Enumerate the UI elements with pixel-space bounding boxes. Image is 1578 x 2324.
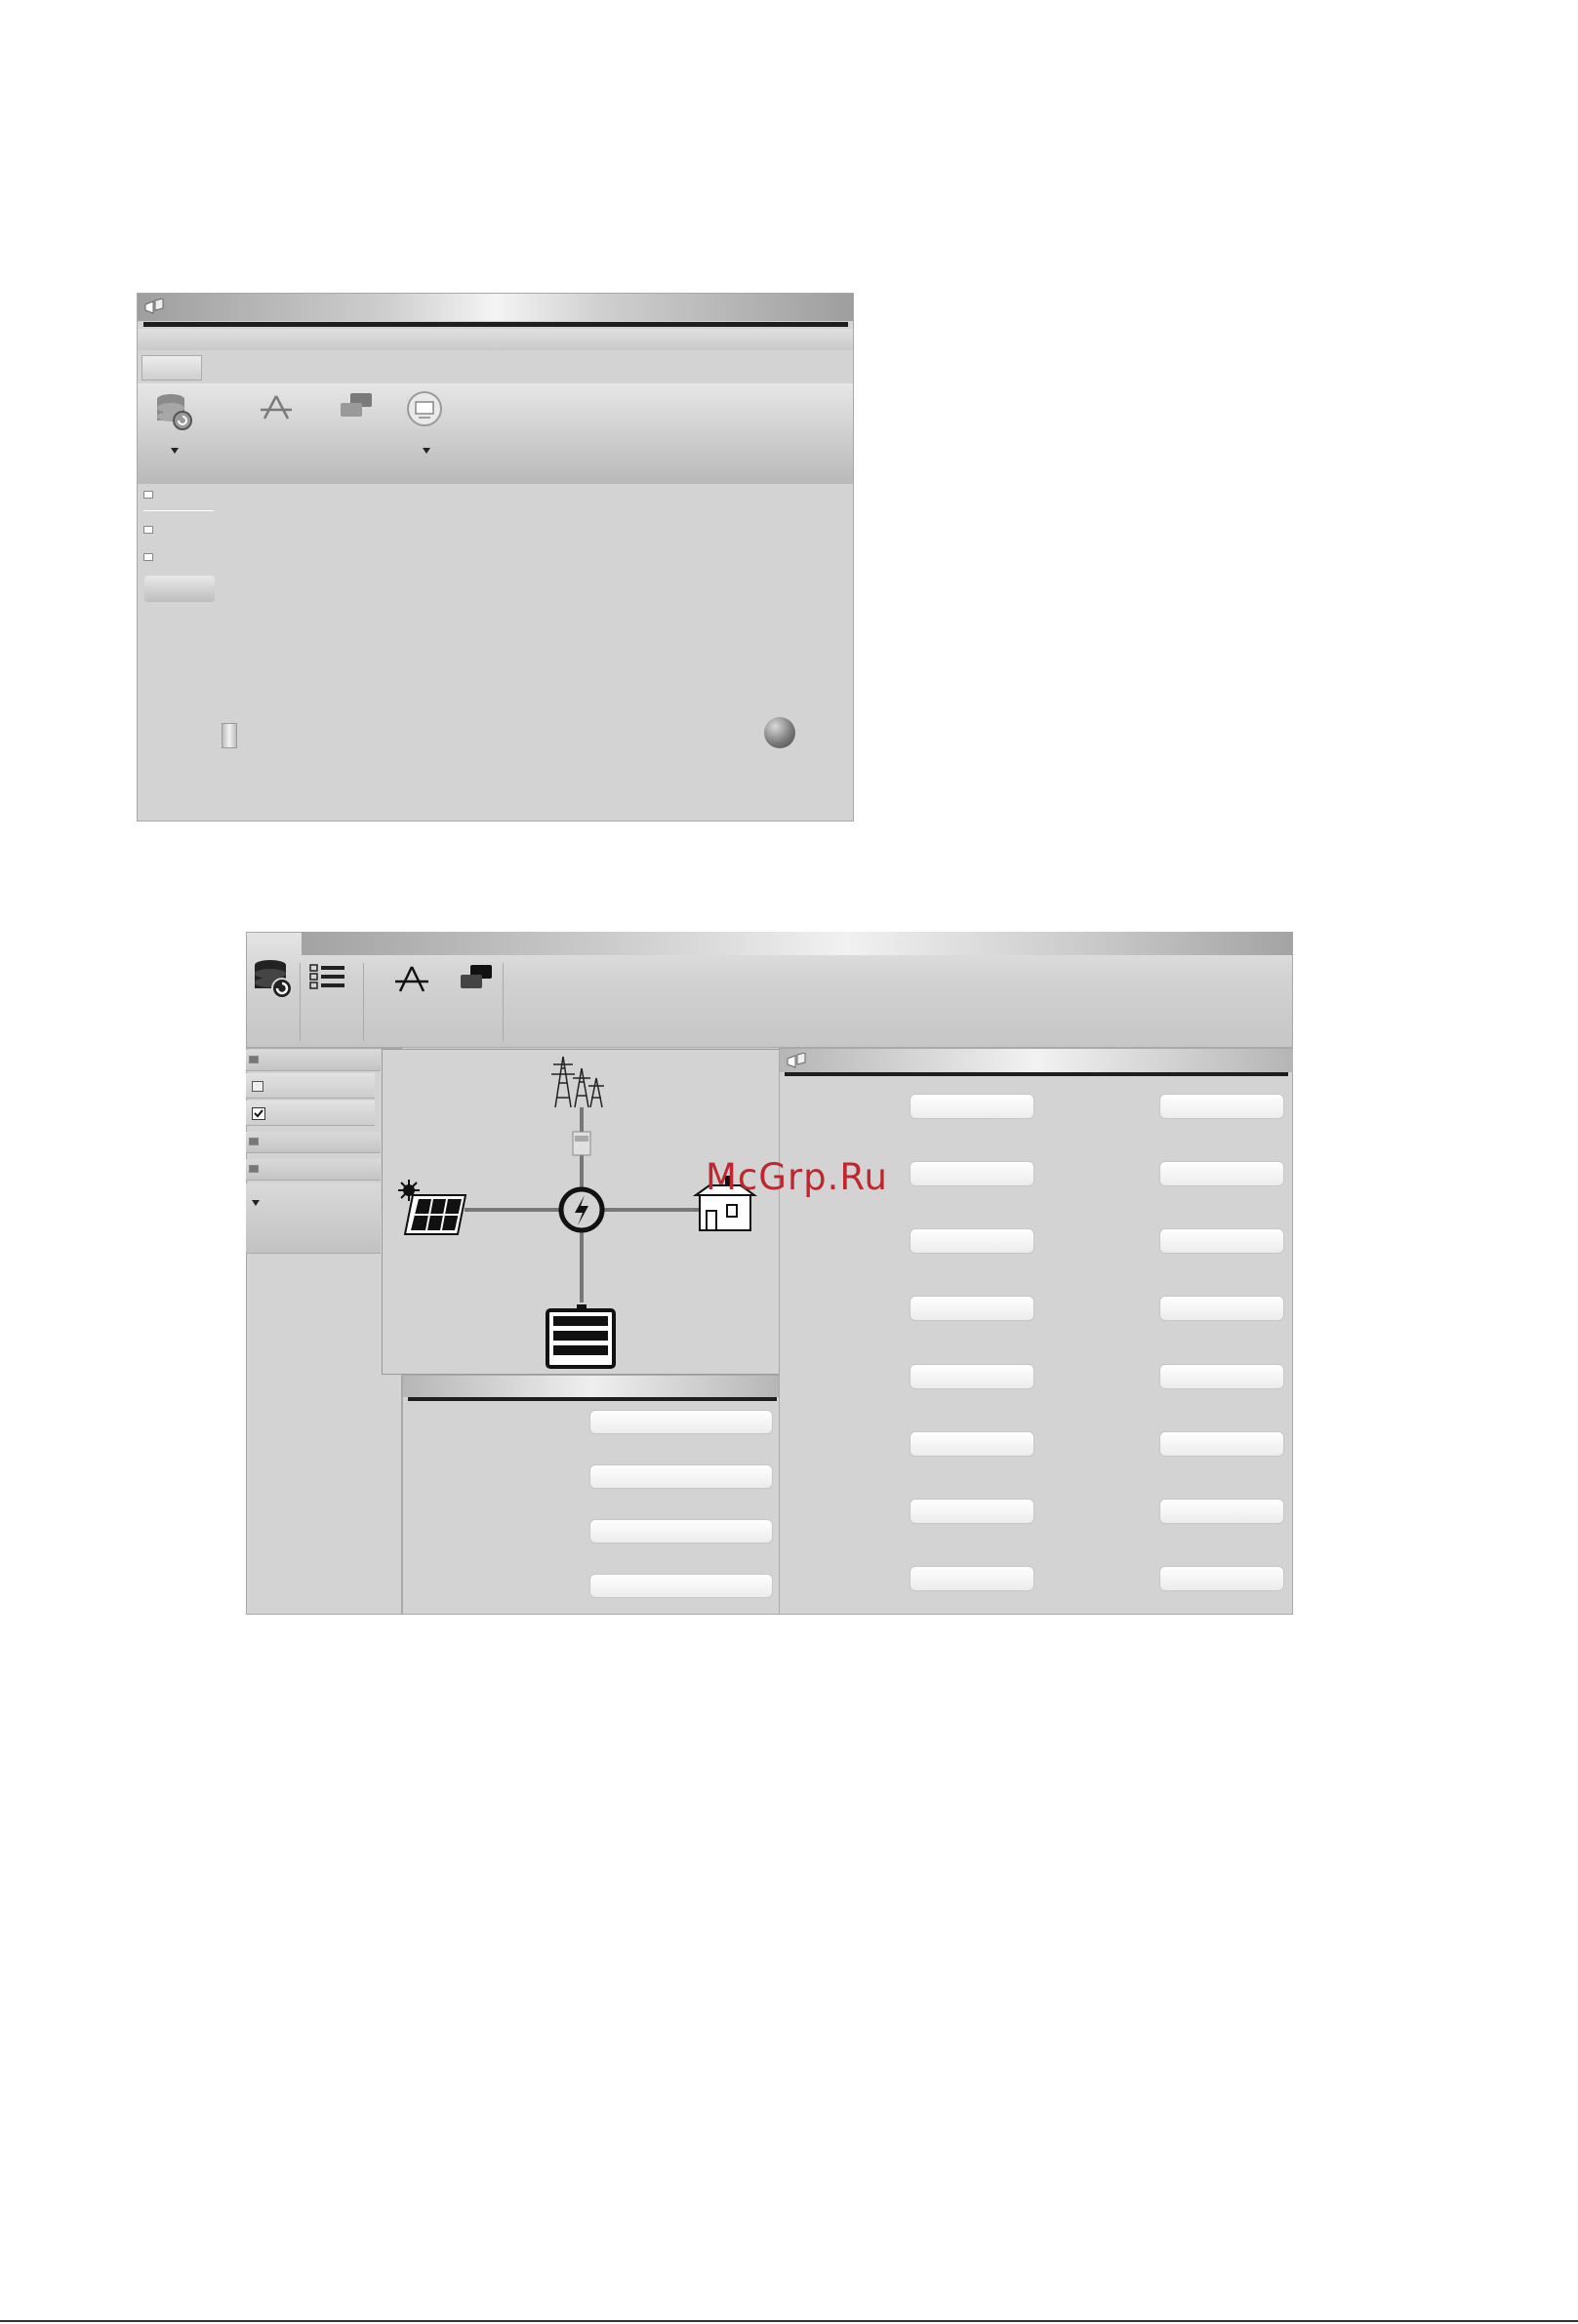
values-panel-underline (785, 1072, 1288, 1076)
chevron-down-icon[interactable] (171, 448, 179, 454)
ribbon (138, 383, 853, 484)
value-field-right[interactable] (1159, 1431, 1284, 1457)
sidebar-section-header[interactable] (246, 1132, 381, 1153)
value-field-left[interactable] (910, 1566, 1034, 1591)
value-field-left[interactable] (910, 1094, 1034, 1119)
sidebar-dropdown-panel[interactable] (246, 1183, 381, 1254)
value-field-left[interactable] (910, 1499, 1034, 1524)
meter-icon (572, 1131, 591, 1156)
compass-icon[interactable] (394, 965, 429, 994)
watermark-text: McGrp.Ru (706, 1156, 888, 1198)
ribbon-separator (363, 963, 364, 1041)
logo-icon (787, 1053, 806, 1068)
value-field-right[interactable] (1159, 1161, 1284, 1186)
inverter-icon (558, 1186, 605, 1233)
value-field-right[interactable] (1159, 1364, 1284, 1389)
value-field-left[interactable] (910, 1296, 1034, 1321)
monitor-circle-icon[interactable] (405, 389, 444, 428)
apply-button[interactable] (144, 576, 215, 602)
value-field-right[interactable] (1159, 1296, 1284, 1321)
database-restore-icon[interactable] (253, 957, 296, 1000)
value-field-left[interactable] (910, 1431, 1034, 1457)
option-checkbox[interactable] (143, 553, 153, 561)
checklist-icon[interactable] (309, 963, 348, 992)
value-field-left[interactable] (910, 1228, 1034, 1254)
ribbon-separator (300, 963, 301, 1041)
option-checkbox[interactable] (143, 491, 153, 499)
value-field-left[interactable] (910, 1161, 1034, 1186)
ribbon-header (302, 932, 1293, 955)
option-checkbox[interactable] (143, 526, 153, 534)
sidebar-item[interactable] (246, 1073, 375, 1099)
stacked-windows-icon[interactable] (457, 963, 496, 994)
details-field[interactable] (589, 1464, 773, 1489)
values-panel (779, 1048, 1293, 1615)
title-bar (138, 294, 853, 321)
values-panel-header (780, 1049, 1293, 1072)
grid-tower-icon (551, 1056, 604, 1108)
solar-panel-icon (398, 1180, 467, 1235)
sidebar-section-header[interactable] (246, 1159, 381, 1181)
value-field-right[interactable] (1159, 1228, 1284, 1254)
page-bottom-rule (0, 2320, 1578, 2322)
expand-icon[interactable] (249, 1056, 259, 1063)
stacked-windows-icon[interactable] (337, 391, 376, 422)
details-panel-header (403, 1376, 780, 1397)
database-restore-icon[interactable] (155, 391, 194, 432)
panel-icon (252, 1081, 263, 1092)
value-field-right[interactable] (1159, 1094, 1284, 1119)
window-2 (246, 932, 1293, 1615)
sidebar-item[interactable] (246, 1101, 375, 1126)
option-divider (143, 510, 214, 511)
checkbox-checked-icon[interactable] (252, 1107, 265, 1120)
value-field-right[interactable] (1159, 1499, 1284, 1524)
expand-icon[interactable] (249, 1138, 259, 1145)
value-field-left[interactable] (910, 1364, 1034, 1389)
tab-home[interactable] (142, 355, 202, 381)
title-underline (143, 322, 848, 327)
logo-icon (144, 299, 164, 314)
details-panel-underline (408, 1397, 777, 1401)
ribbon-separator (503, 963, 504, 1041)
expand-icon[interactable] (249, 1165, 259, 1173)
details-field[interactable] (589, 1410, 773, 1434)
chevron-down-icon[interactable] (252, 1200, 260, 1206)
sidebar-section-header[interactable] (246, 1050, 381, 1071)
compass-icon[interactable] (259, 393, 294, 422)
battery-icon (546, 1304, 616, 1369)
details-field[interactable] (589, 1574, 773, 1598)
slider-handle[interactable] (222, 723, 237, 748)
energy-flow-diagram-canvas (398, 1056, 758, 1369)
window-1 (137, 293, 854, 821)
value-field-right[interactable] (1159, 1566, 1284, 1591)
menu-strip (138, 329, 853, 350)
sphere-icon[interactable] (764, 717, 795, 748)
chevron-down-icon[interactable] (423, 448, 430, 454)
details-field[interactable] (589, 1519, 773, 1543)
